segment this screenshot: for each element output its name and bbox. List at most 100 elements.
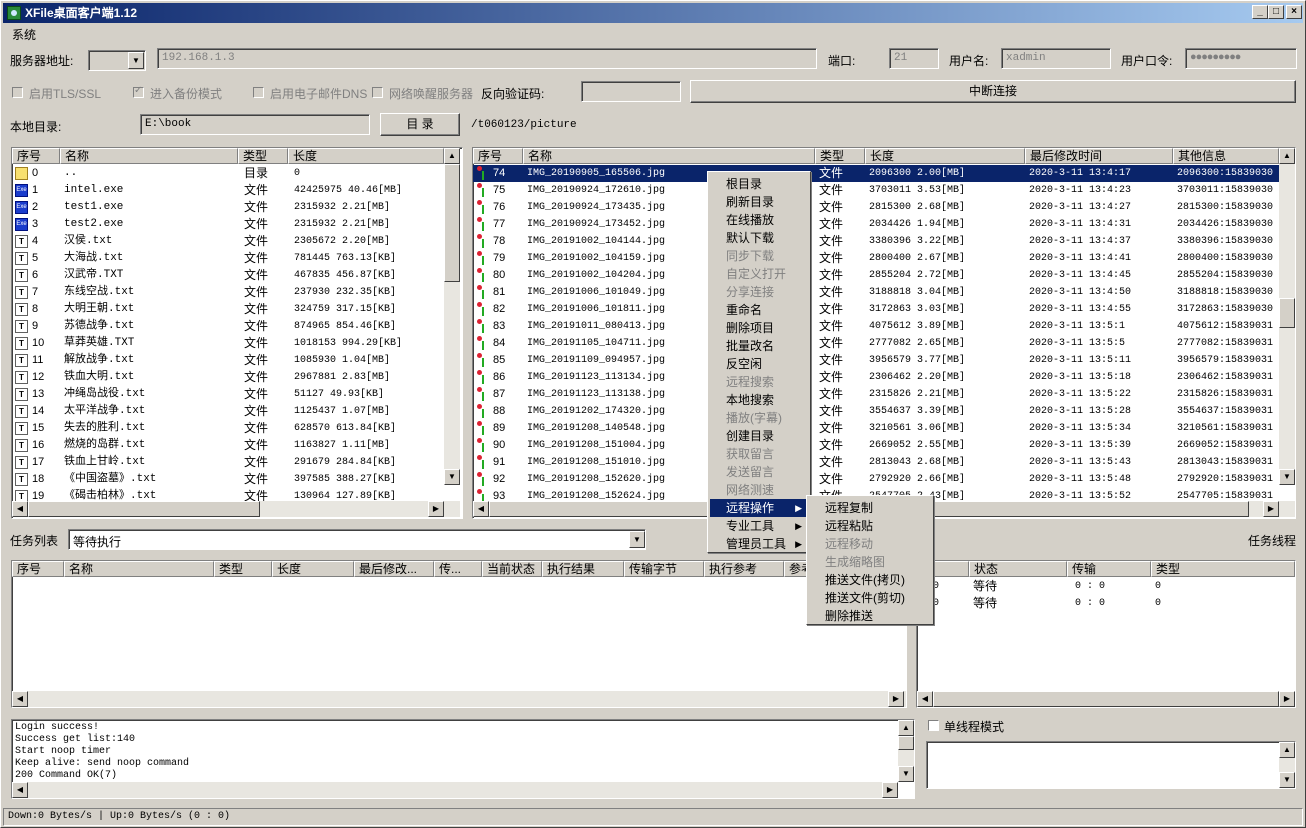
scroll-down-icon[interactable]: ▼: [1279, 469, 1295, 485]
remote-file-row[interactable]: 79 IMG_20191002_104159.jpg 文件 2800400 2.67[…: [473, 250, 1279, 267]
column-header[interactable]: 类型: [815, 148, 865, 164]
scroll-thumb[interactable]: [933, 691, 1279, 707]
scroll-thumb[interactable]: [444, 164, 460, 282]
submenu-item[interactable]: 远程移动: [809, 535, 931, 553]
column-header[interactable]: 长度: [288, 148, 444, 164]
thread-column-header[interactable]: 类型: [1151, 561, 1295, 577]
remote-file-row[interactable]: 86 IMG_20191123_113134.jpg 文件 2306462 2.20[…: [473, 369, 1279, 386]
disconnect-button[interactable]: 中断连接: [690, 80, 1296, 103]
submenu-item[interactable]: 推送文件(拷贝): [809, 571, 931, 589]
remote-file-row[interactable]: 75 IMG_20190924_172610.jpg 文件 3703011 3.53[…: [473, 182, 1279, 199]
task-column-header[interactable]: 当前状态: [482, 561, 542, 577]
remote-file-row[interactable]: 90 IMG_20191208_151004.jpg 文件 2669052 2.55[…: [473, 437, 1279, 454]
local-file-row[interactable]: T 12 铁血大明.txt 文件 2967881 2.83[MB]: [12, 369, 444, 386]
remote-vscroll[interactable]: ▲ ▼: [1279, 148, 1295, 485]
context-menu-item[interactable]: 远程操作 ▶: [710, 499, 808, 517]
scroll-down-icon[interactable]: ▼: [898, 766, 914, 782]
verify-input[interactable]: [581, 81, 681, 102]
server-address-input[interactable]: 192.168.1.3: [157, 48, 817, 69]
scroll-right-icon[interactable]: ▶: [428, 501, 444, 517]
context-menu-item[interactable]: 网络测速: [710, 481, 808, 499]
remote-file-row[interactable]: 91 IMG_20191208_151010.jpg 文件 2813043 2.68[…: [473, 454, 1279, 471]
column-header[interactable]: 长度: [865, 148, 1025, 164]
submenu-item[interactable]: 删除推送: [809, 607, 931, 625]
task-column-header[interactable]: 执行结果: [542, 561, 624, 577]
chevron-down-icon[interactable]: ▼: [128, 52, 144, 69]
context-menu-item[interactable]: 远程搜索: [710, 373, 808, 391]
context-menu-item[interactable]: 分享连接: [710, 283, 808, 301]
single-thread-checkbox[interactable]: [928, 720, 939, 731]
scroll-thumb[interactable]: [898, 736, 914, 750]
notes-vscroll[interactable]: ▲ ▼: [1279, 742, 1295, 788]
scroll-right-icon[interactable]: ▶: [1263, 501, 1279, 517]
remote-file-row[interactable]: 74 IMG_20190905_165506.jpg 文件 2096300 2.00[…: [473, 165, 1279, 182]
scroll-right-icon[interactable]: ▶: [1279, 691, 1295, 707]
submenu-item[interactable]: 远程复制: [809, 499, 931, 517]
context-menu-item[interactable]: 根目录: [710, 175, 808, 193]
local-hscroll[interactable]: ◀ ▶: [12, 501, 460, 517]
thread-column-header[interactable]: 状态: [969, 561, 1067, 577]
local-file-row[interactable]: T 13 冲绳岛战役.txt 文件 51127 49.93[KB]: [12, 386, 444, 403]
thread-row[interactable]: 1:0等待0 : 00: [917, 595, 1295, 612]
context-menu-item[interactable]: 管理员工具 ▶: [710, 535, 808, 553]
remote-file-row[interactable]: 81 IMG_20191006_101049.jpg 文件 3188818 3.04[…: [473, 284, 1279, 301]
task-filter-select[interactable]: 等待执行: [68, 529, 646, 550]
column-header[interactable]: 序号: [473, 148, 523, 164]
local-file-row[interactable]: T 14 太平洋战争.txt 文件 1125437 1.07[MB]: [12, 403, 444, 420]
context-menu-item[interactable]: 默认下载: [710, 229, 808, 247]
context-menu-item[interactable]: 获取留言: [710, 445, 808, 463]
task-column-header[interactable]: 序号: [12, 561, 64, 577]
column-header[interactable]: 类型: [238, 148, 288, 164]
local-file-row[interactable]: T 18 《中国盗墓》.txt 文件 397585 388.27[KB]: [12, 471, 444, 488]
wake-checkbox[interactable]: [372, 87, 383, 98]
task-column-header[interactable]: 执行参考: [704, 561, 784, 577]
local-file-row[interactable]: 0.. 目录 0: [12, 165, 444, 182]
scroll-thumb[interactable]: [28, 501, 260, 517]
remote-file-row[interactable]: 85 IMG_20191109_094957.jpg 文件 3956579 3.77[…: [473, 352, 1279, 369]
menu-system[interactable]: 系统: [3, 24, 45, 45]
column-header[interactable]: 名称: [60, 148, 238, 164]
tls-checkbox[interactable]: [12, 87, 23, 98]
remote-file-row[interactable]: 89 IMG_20191208_140548.jpg 文件 3210561 3.06[…: [473, 420, 1279, 437]
scroll-left-icon[interactable]: ◀: [473, 501, 489, 517]
email-dns-checkbox[interactable]: [253, 87, 264, 98]
minimize-button[interactable]: _: [1252, 5, 1268, 19]
username-input[interactable]: xadmin: [1001, 48, 1111, 69]
thread-row[interactable]: 0:0等待0 : 00: [917, 578, 1295, 595]
scroll-up-icon[interactable]: ▲: [1279, 742, 1295, 758]
scroll-thumb[interactable]: [1279, 298, 1295, 328]
local-file-row[interactable]: T 17 铁血上甘岭.txt 文件 291679 284.84[KB]: [12, 454, 444, 471]
context-menu-item[interactable]: 发送留言: [710, 463, 808, 481]
thread-hscroll[interactable]: ◀ ▶: [917, 691, 1295, 707]
remote-file-row[interactable]: 83 IMG_20191011_080413.jpg 文件 4075612 3.89[…: [473, 318, 1279, 335]
remote-file-row[interactable]: 87 IMG_20191123_113138.jpg 文件 2315826 2.21[…: [473, 386, 1279, 403]
close-button[interactable]: ×: [1286, 5, 1302, 19]
column-header[interactable]: 其他信息: [1173, 148, 1279, 164]
scroll-down-icon[interactable]: ▼: [444, 469, 460, 485]
submenu-item[interactable]: 推送文件(剪切): [809, 589, 931, 607]
context-menu-item[interactable]: 删除项目: [710, 319, 808, 337]
submenu-item[interactable]: 远程粘贴: [809, 517, 931, 535]
context-menu-item[interactable]: 创建目录: [710, 427, 808, 445]
column-header[interactable]: 最后修改时间: [1025, 148, 1173, 164]
context-menu-item[interactable]: 本地搜索: [710, 391, 808, 409]
remote-file-row[interactable]: 76 IMG_20190924_173435.jpg 文件 2815300 2.68[…: [473, 199, 1279, 216]
task-column-header[interactable]: 传输字节: [624, 561, 704, 577]
submenu-item[interactable]: 生成缩略图: [809, 553, 931, 571]
context-menu-item[interactable]: 播放(字幕): [710, 409, 808, 427]
scroll-left-icon[interactable]: ◀: [12, 782, 28, 798]
remote-file-row[interactable]: 80 IMG_20191002_104204.jpg 文件 2855204 2.72[…: [473, 267, 1279, 284]
context-menu-item[interactable]: 反空闲: [710, 355, 808, 373]
thread-column-header[interactable]: 传输: [1067, 561, 1151, 577]
local-file-row[interactable]: Exe 3 test2.exe 文件 2315932 2.21[MB]: [12, 216, 444, 233]
column-header[interactable]: 名称: [523, 148, 815, 164]
local-file-row[interactable]: T 6 汉武帝.TXT 文件 467835 456.87[KB]: [12, 267, 444, 284]
thread-notes[interactable]: ▲ ▼: [926, 741, 1296, 789]
maximize-button[interactable]: □: [1268, 5, 1284, 19]
column-header[interactable]: 序号: [12, 148, 60, 164]
local-file-row[interactable]: T 9 苏德战争.txt 文件 874965 854.46[KB]: [12, 318, 444, 335]
task-hscroll[interactable]: ◀ ▶: [12, 691, 906, 707]
local-file-row[interactable]: T 15 失去的胜利.txt 文件 628570 613.84[KB]: [12, 420, 444, 437]
log-hscroll[interactable]: ◀ ▶: [12, 782, 898, 798]
port-input[interactable]: 21: [889, 48, 939, 69]
